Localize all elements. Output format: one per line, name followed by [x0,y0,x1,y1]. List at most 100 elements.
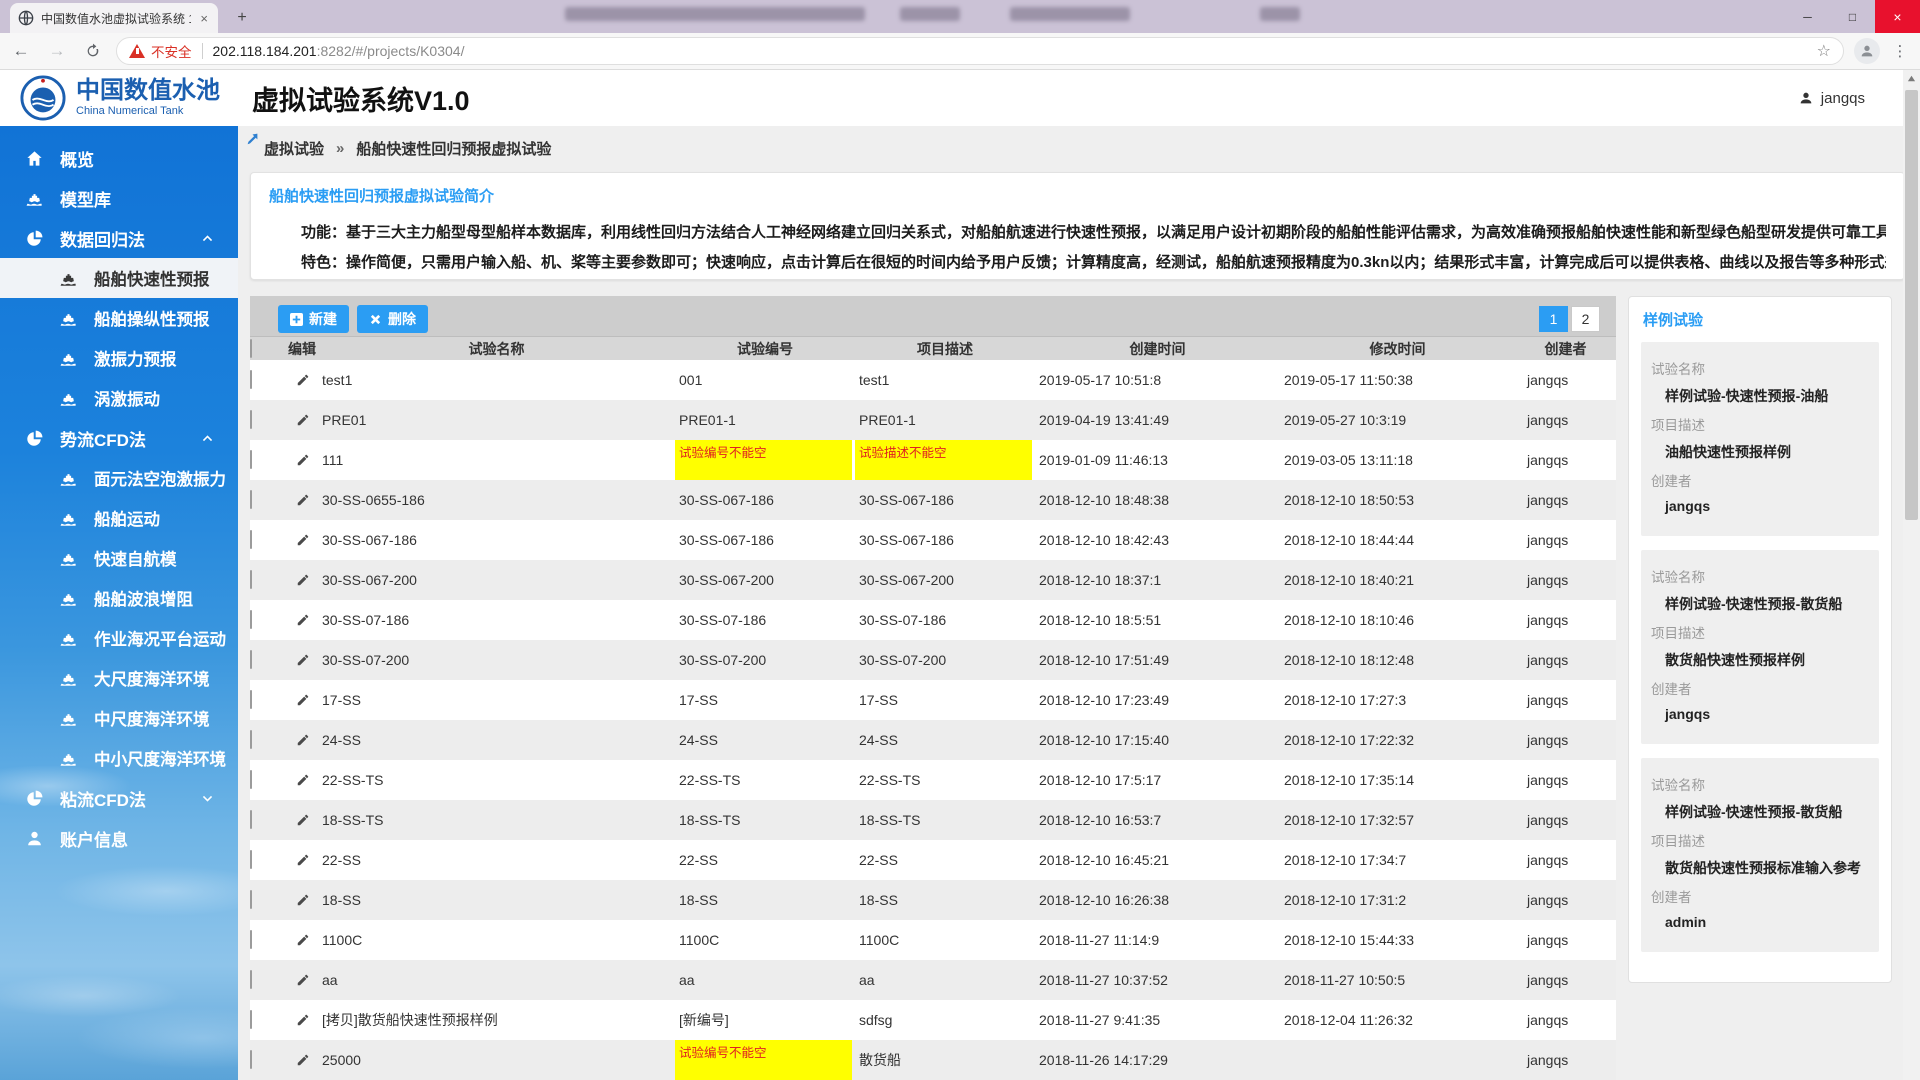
table-row[interactable]: 1100C 1100C 1100C 2018-11-27 11:14:9 201… [250,920,1616,960]
minimize-button[interactable]: ─ [1785,0,1830,33]
edit-pencil-icon[interactable] [288,600,318,640]
table-row[interactable]: 111 试验编号不能空 试验描述不能空 2019-01-09 11:46:13 … [250,440,1616,480]
edit-pencil-icon[interactable] [288,720,318,760]
table-row[interactable]: [拷贝]散货船快速性预报样例 [新编号] sdfsg 2018-11-27 9:… [250,1000,1616,1040]
edit-pencil-icon[interactable] [288,640,318,680]
row-checkbox[interactable] [250,890,252,909]
row-checkbox[interactable] [250,970,252,989]
delete-button[interactable]: 删除 [357,305,428,333]
edit-pencil-icon[interactable] [288,560,318,600]
tab-close-icon[interactable]: × [198,11,210,26]
table-row[interactable]: 30-SS-07-200 30-SS-07-200 30-SS-07-200 2… [250,640,1616,680]
new-button[interactable]: 新建 [278,305,349,333]
breadcrumb-root[interactable]: 虚拟试验 [264,138,324,159]
sidebar-item-sub-激振力预报[interactable]: 激振力预报 [0,338,238,378]
table-row[interactable]: 30-SS-067-200 30-SS-067-200 30-SS-067-20… [250,560,1616,600]
browser-tab[interactable]: 中国数值水池虚拟试验系统 1.0 × [10,3,218,33]
bookmark-star-icon[interactable]: ☆ [1817,41,1831,61]
edit-pencil-icon[interactable] [288,680,318,720]
security-warning-label[interactable]: 不安全 [151,41,192,61]
edit-pencil-icon[interactable] [288,1000,318,1040]
sidebar-item-账户信息[interactable]: 账户信息 [0,818,238,858]
sidebar-item-粘流CFD法[interactable]: 粘流CFD法 [0,778,238,818]
sidebar-item-sub-涡激振动[interactable]: 涡激振动 [0,378,238,418]
back-icon[interactable]: ← [6,37,36,65]
table-row[interactable]: PRE01 PRE01-1 PRE01-1 2019-04-19 13:41:4… [250,400,1616,440]
security-warning-icon[interactable] [129,44,145,58]
sidebar-item-sub-船舶运动[interactable]: 船舶运动 [0,498,238,538]
edit-pencil-icon[interactable] [288,840,318,880]
page-button-2[interactable]: 2 [1571,306,1600,332]
page-scrollbar[interactable] [1903,70,1920,1080]
table-row[interactable]: 18-SS-TS 18-SS-TS 18-SS-TS 2018-12-10 16… [250,800,1616,840]
table-row[interactable]: 22-SS-TS 22-SS-TS 22-SS-TS 2018-12-10 17… [250,760,1616,800]
table-row[interactable]: 24-SS 24-SS 24-SS 2018-12-10 17:15:40 20… [250,720,1616,760]
table-row[interactable]: aa aa aa 2018-11-27 10:37:52 2018-11-27 … [250,960,1616,1000]
browser-menu-icon[interactable]: ⋮ [1890,42,1910,60]
edit-pencil-icon[interactable] [288,1040,318,1080]
page-button-1[interactable]: 1 [1539,306,1568,332]
row-checkbox[interactable] [250,850,252,869]
row-checkbox[interactable] [250,410,252,429]
row-checkbox[interactable] [250,1010,252,1029]
edit-pencil-icon[interactable] [288,440,318,480]
row-checkbox[interactable] [250,690,252,709]
select-all-checkbox[interactable] [250,339,252,358]
url-host[interactable]: 202.118.184.201 [213,43,317,59]
sidebar-item-sub-中小尺度海洋环境[interactable]: 中小尺度海洋环境 [0,738,238,778]
row-checkbox[interactable] [250,370,252,389]
sidebar-item-sub-大尺度海洋环境[interactable]: 大尺度海洋环境 [0,658,238,698]
sidebar-item-sub-船舶操纵性预报[interactable]: 船舶操纵性预报 [0,298,238,338]
maximize-button[interactable]: □ [1830,0,1875,33]
sidebar-item-势流CFD法[interactable]: 势流CFD法 [0,418,238,458]
sample-card[interactable]: 试验名称 样例试验-快速性预报-油船 项目描述 油船快速性预报样例 创建者 ja… [1641,342,1879,536]
edit-pencil-icon[interactable] [288,480,318,520]
sidebar-item-sub-船舶波浪增阻[interactable]: 船舶波浪增阻 [0,578,238,618]
table-row[interactable]: 18-SS 18-SS 18-SS 2018-12-10 16:26:38 20… [250,880,1616,920]
table-row[interactable]: test1 001 test1 2019-05-17 10:51:8 2019-… [250,360,1616,400]
close-button[interactable]: × [1875,0,1920,33]
sidebar-item-sub-面元法空泡激振力[interactable]: 面元法空泡激振力 [0,458,238,498]
sidebar-item-模型库[interactable]: 模型库 [0,178,238,218]
sidebar-item-sub-快速自航模[interactable]: 快速自航模 [0,538,238,578]
row-checkbox[interactable] [250,450,252,469]
sidebar-item-数据回归法[interactable]: 数据回归法 [0,218,238,258]
edit-pencil-icon[interactable] [288,360,318,400]
edit-pencil-icon[interactable] [288,800,318,840]
edit-pencil-icon[interactable] [288,880,318,920]
row-checkbox[interactable] [250,610,252,629]
forward-icon[interactable]: → [42,37,72,65]
edit-pencil-icon[interactable] [288,960,318,1000]
sidebar-item-概览[interactable]: 概览 [0,138,238,178]
sidebar-item-sub-船舶快速性预报[interactable]: 船舶快速性预报 [0,258,238,298]
table-row[interactable]: 22-SS 22-SS 22-SS 2018-12-10 16:45:21 20… [250,840,1616,880]
row-checkbox[interactable] [250,530,252,549]
row-checkbox[interactable] [250,570,252,589]
edit-pencil-icon[interactable] [288,760,318,800]
edit-pencil-icon[interactable] [288,520,318,560]
user-menu[interactable]: jangqs [1798,90,1865,107]
table-row[interactable]: 17-SS 17-SS 17-SS 2018-12-10 17:23:49 20… [250,680,1616,720]
refresh-icon[interactable] [78,37,108,65]
url-path[interactable]: :8282/#/projects/K0304/ [317,43,465,59]
row-checkbox[interactable] [250,930,252,949]
row-checkbox[interactable] [250,770,252,789]
table-row[interactable]: 30-SS-067-186 30-SS-067-186 30-SS-067-18… [250,520,1616,560]
browser-profile-avatar[interactable] [1854,38,1880,64]
scrollbar-up-icon[interactable] [1903,70,1920,87]
url-bar[interactable]: 不安全 202.118.184.201 :8282/#/projects/K03… [116,37,1844,65]
table-row[interactable]: 25000 试验编号不能空 散货船 2018-11-26 14:17:29 ja… [250,1040,1616,1080]
row-checkbox[interactable] [250,650,252,669]
new-tab-button[interactable]: + [228,6,256,30]
sample-card[interactable]: 试验名称 样例试验-快速性预报-散货船 项目描述 散货船快速性预报标准输入参考 … [1641,758,1879,952]
edit-pencil-icon[interactable] [288,920,318,960]
scrollbar-thumb[interactable] [1905,90,1918,520]
sample-card[interactable]: 试验名称 样例试验-快速性预报-散货船 项目描述 散货船快速性预报样例 创建者 … [1641,550,1879,744]
table-row[interactable]: 30-SS-0655-186 30-SS-067-186 30-SS-067-1… [250,480,1616,520]
pin-icon[interactable] [246,132,259,150]
row-checkbox[interactable] [250,810,252,829]
sidebar-item-sub-作业海况平台运动[interactable]: 作业海况平台运动 [0,618,238,658]
row-checkbox[interactable] [250,1050,252,1069]
table-row[interactable]: 30-SS-07-186 30-SS-07-186 30-SS-07-186 2… [250,600,1616,640]
sidebar-item-sub-中尺度海洋环境[interactable]: 中尺度海洋环境 [0,698,238,738]
